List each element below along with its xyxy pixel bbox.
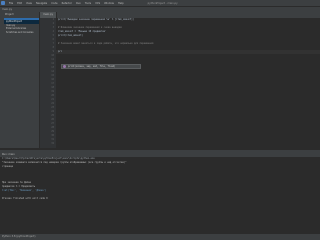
menu-run[interactable]: Run bbox=[76, 2, 81, 5]
console-output-line: Process finished with exit code 0 bbox=[2, 197, 48, 200]
menu-bar: File Edit View Navigate Code Refactor Ru… bbox=[0, 0, 320, 6]
code-editor[interactable]: print('Выводим значение переменной %s' %… bbox=[56, 18, 320, 148]
menu-window[interactable]: Window bbox=[104, 2, 114, 5]
line-number: 32 bbox=[51, 142, 54, 145]
menu-tools[interactable]: Tools bbox=[85, 2, 91, 5]
menu-help[interactable]: Help bbox=[118, 2, 124, 5]
function-icon bbox=[63, 65, 66, 68]
menu-code[interactable]: Code bbox=[51, 2, 57, 5]
app-logo-icon bbox=[1, 1, 5, 5]
menu-edit[interactable]: Edit bbox=[17, 2, 22, 5]
menu-file[interactable]: File bbox=[9, 2, 13, 5]
code-line[interactable]: pri bbox=[56, 50, 320, 54]
tree-item-scratches[interactable]: Scratches and Consoles bbox=[4, 31, 39, 35]
menu-refactor[interactable]: Refactor bbox=[62, 2, 73, 5]
menu-navigate[interactable]: Navigate bbox=[36, 2, 47, 5]
status-bar: Python 3.8 (pythonProject) bbox=[0, 234, 320, 240]
autocomplete-popup[interactable]: print(values, sep, end, file, flush) bbox=[61, 64, 141, 69]
line-number-gutter: 1 2 3 4 5 6 7 8 9 10 11 12 13 14 15 16 17 18 19 20 21 22 23 24 2… bbox=[40, 18, 56, 148]
menu-vcs[interactable]: VCS bbox=[95, 2, 100, 5]
run-panel: Run: main C:\Users\User\PycharmProjects\… bbox=[0, 150, 320, 234]
project-panel: Project pythonProject main.py External L… bbox=[4, 12, 40, 148]
breadcrumb[interactable]: main.py bbox=[2, 8, 12, 11]
menu-view[interactable]: View bbox=[26, 2, 32, 5]
autocomplete-item[interactable]: print(values, sep, end, file, flush) bbox=[68, 65, 115, 68]
window-title: pythonProject - main.py bbox=[147, 1, 178, 5]
project-panel-header[interactable]: Project bbox=[4, 12, 39, 17]
